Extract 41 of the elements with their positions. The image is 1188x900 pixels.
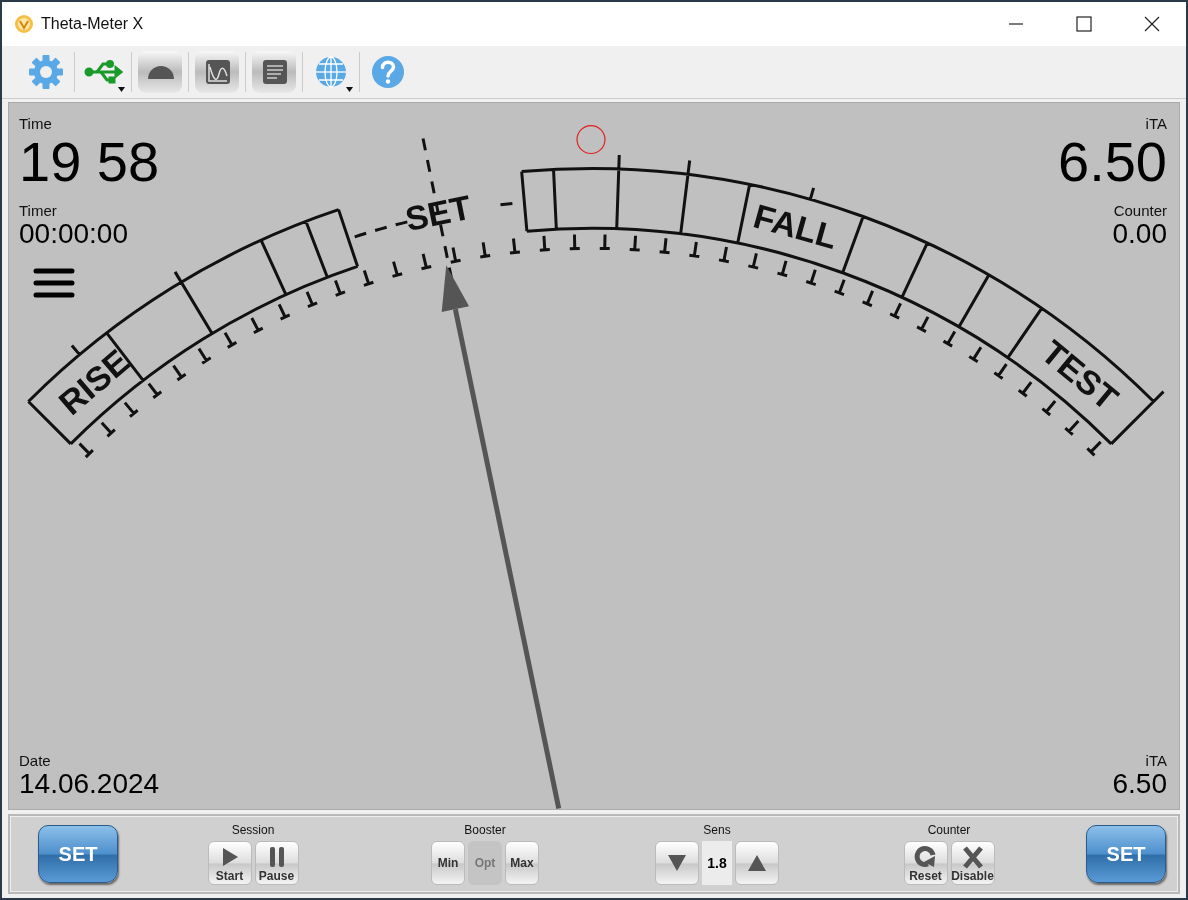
booster-option[interactable]: Min xyxy=(431,841,465,885)
pause-button[interactable]: Pause xyxy=(254,841,299,885)
timer-value: 00:00:00 xyxy=(19,219,129,249)
reset-button[interactable]: Reset xyxy=(903,841,948,885)
session-label: Session xyxy=(231,823,275,837)
ita-value: 6.50 xyxy=(1058,132,1167,192)
start-button[interactable]: Start xyxy=(207,841,252,885)
counter-label: Counter xyxy=(1113,202,1167,219)
increase-button[interactable] xyxy=(735,841,779,885)
cursor-marker-icon xyxy=(576,124,606,155)
date-value: 14.06.2024 xyxy=(19,769,160,799)
ita-label: iTA xyxy=(1145,115,1167,132)
sens-label: Sens xyxy=(703,823,731,837)
scale-label: SET xyxy=(402,187,475,239)
chart-button[interactable] xyxy=(195,51,239,93)
refresh-icon xyxy=(913,845,938,869)
counter-label: Counter xyxy=(927,823,971,837)
sens-value: 1.8 xyxy=(702,841,732,885)
decrease-button[interactable] xyxy=(655,841,699,885)
date-label: Date xyxy=(19,752,52,769)
ita-value: 6.50 xyxy=(1112,769,1167,799)
time-label: Time xyxy=(19,115,53,132)
time-value: 19 58 xyxy=(19,132,160,192)
window-title: Theta-Meter X xyxy=(41,15,145,33)
log-button[interactable] xyxy=(252,51,296,93)
booster-label: Booster xyxy=(464,823,506,837)
timer-label: Timer xyxy=(19,202,58,219)
up-triangle-icon xyxy=(747,853,767,872)
app-logo-icon xyxy=(14,14,34,34)
x-icon xyxy=(960,845,985,869)
disable-button[interactable]: Disable xyxy=(950,841,995,885)
menu-icon[interactable] xyxy=(33,267,75,299)
gauge-button[interactable] xyxy=(138,51,182,93)
dropdown-caret-icon[interactable] xyxy=(118,87,125,92)
booster-option[interactable]: Max xyxy=(505,841,539,885)
ita-label: iTA xyxy=(1145,752,1167,769)
counter-value: 0.00 xyxy=(1112,219,1167,249)
scale-label: FALL xyxy=(749,196,842,256)
dropdown-caret-icon[interactable] xyxy=(346,87,353,92)
gear-icon xyxy=(26,52,66,92)
down-triangle-icon xyxy=(667,853,687,872)
